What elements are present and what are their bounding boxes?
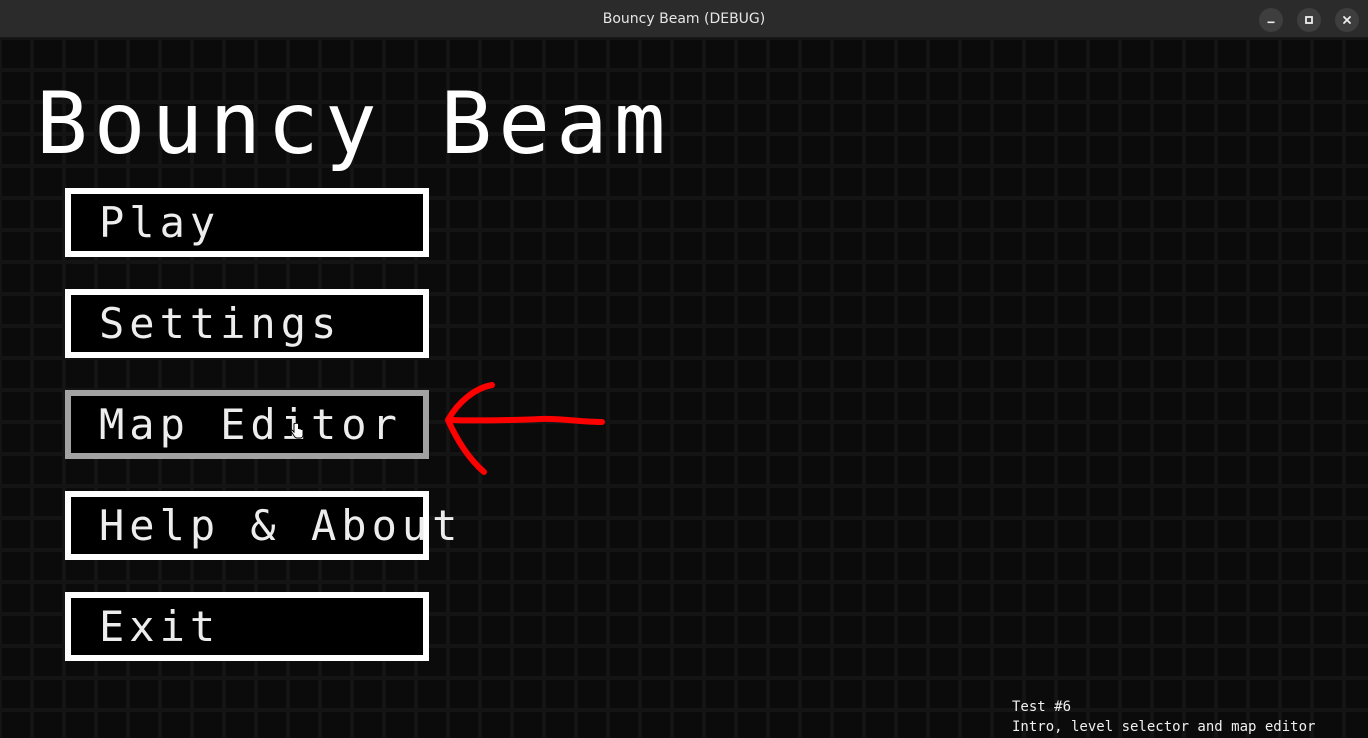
minimize-icon <box>1267 21 1275 24</box>
window-titlebar: Bouncy Beam (DEBUG) <box>0 0 1368 38</box>
close-button[interactable] <box>1335 8 1359 32</box>
test-number: Test #6 <box>1012 699 1072 715</box>
map-editor-button-label: Map Editor <box>99 400 402 449</box>
exit-button-label: Exit <box>99 602 221 651</box>
hand-cursor-icon <box>290 423 304 439</box>
map-editor-button[interactable]: Map Editor <box>65 390 429 459</box>
test-description: Intro, level selector and map editor <box>1012 719 1316 735</box>
maximize-icon <box>1305 16 1313 24</box>
play-button[interactable]: Play <box>65 188 429 257</box>
window-title: Bouncy Beam (DEBUG) <box>602 11 766 27</box>
game-canvas: Bouncy Beam Play Settings Map Editor Hel… <box>0 38 1368 738</box>
exit-button[interactable]: Exit <box>65 592 429 661</box>
help-about-button-label: Help & About <box>99 501 463 550</box>
maximize-button[interactable] <box>1297 8 1321 32</box>
debug-info: Test #6 Intro, level selector and map ed… <box>1012 697 1315 737</box>
game-title: Bouncy Beam <box>36 74 672 174</box>
help-about-button[interactable]: Help & About <box>65 491 457 560</box>
play-button-label: Play <box>99 198 221 247</box>
close-icon <box>1343 16 1351 24</box>
minimize-button[interactable] <box>1259 8 1283 32</box>
settings-button-label: Settings <box>99 299 342 348</box>
settings-button[interactable]: Settings <box>65 289 429 358</box>
red-arrow-icon <box>445 382 605 475</box>
